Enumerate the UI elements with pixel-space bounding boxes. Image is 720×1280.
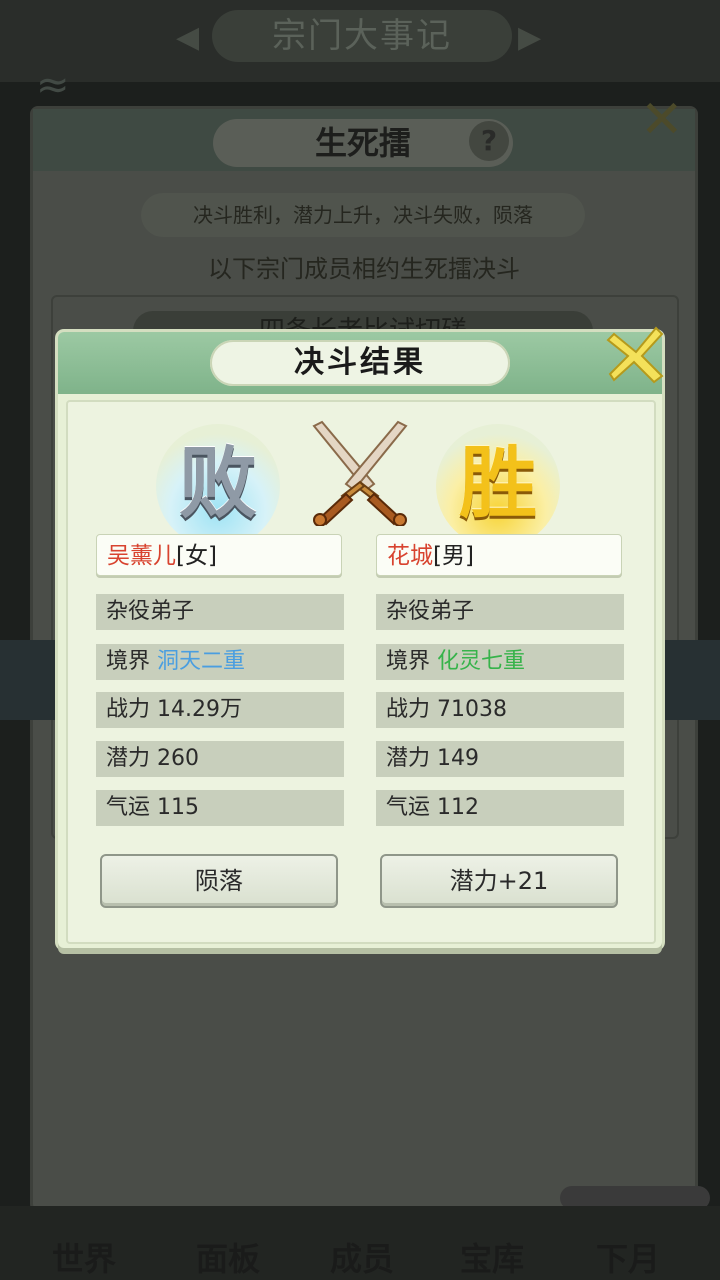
crossed-swords-icon: [312, 420, 408, 526]
dialog-header: 决斗结果: [58, 332, 662, 394]
loser-gender: [女]: [176, 543, 217, 569]
realm-label: 境界: [106, 649, 151, 674]
arena-rule-text: 决斗胜利，潜力上升，决斗失败，陨落: [141, 193, 585, 237]
loser-potential-value: 260: [157, 746, 200, 771]
nav-panel[interactable]: 面板: [196, 1234, 260, 1280]
potential-label: 潜力: [386, 746, 431, 771]
winner-realm-value: 化灵七重: [437, 649, 526, 674]
loser-luck-value: 115: [157, 795, 200, 820]
defeat-badge: 败: [156, 424, 280, 548]
loser-power-value: 14.29万: [157, 697, 242, 722]
winner-power-value: 71038: [437, 697, 508, 722]
winner-gender: [男]: [433, 543, 474, 569]
loser-realm: 境界 洞天二重: [96, 644, 344, 680]
loser-potential: 潜力 260: [96, 741, 344, 777]
top-title: 宗门大事记: [212, 10, 512, 62]
power-label: 战力: [106, 697, 151, 722]
bottom-nav: 世界 面板 成员 宝库 下月: [0, 1206, 720, 1280]
loser-rank: 杂役弟子: [96, 594, 344, 630]
loser-result-button[interactable]: 陨落: [100, 854, 338, 908]
nav-treasury[interactable]: 宝库: [460, 1234, 524, 1280]
loser-power: 战力 14.29万: [96, 692, 344, 728]
winner-power: 战力 71038: [376, 692, 624, 728]
right-arrow-icon: ▶: [518, 20, 542, 55]
arena-panel-title: 生死擂: [213, 119, 513, 167]
realm-label: 境界: [386, 649, 431, 674]
loser-realm-value: 洞天二重: [157, 649, 246, 674]
victory-label: 胜: [458, 438, 537, 529]
luck-label: 气运: [386, 795, 431, 820]
duel-result-dialog: 决斗结果 败 胜 吴薰儿[女] 杂役弟子 境界 洞天二重 战力 14.29万 潜…: [58, 326, 664, 948]
nav-world[interactable]: 世界: [52, 1234, 116, 1280]
dialog-title: 决斗结果: [210, 340, 510, 386]
winner-result-button[interactable]: 潜力+21: [380, 854, 618, 908]
arena-panel-header: 生死擂 ?: [33, 109, 695, 171]
left-arrow-icon: ◀: [176, 20, 200, 55]
help-icon[interactable]: ?: [469, 121, 509, 161]
winner-name: 花城: [387, 543, 433, 569]
defeat-label: 败: [178, 438, 257, 529]
close-x-icon[interactable]: [606, 324, 668, 386]
arena-description: 以下宗门成员相约生死擂决斗: [208, 255, 520, 283]
winner-potential: 潜力 149: [376, 741, 624, 777]
loser-luck: 气运 115: [96, 790, 344, 826]
nav-next-month[interactable]: 下月: [596, 1234, 660, 1280]
power-label: 战力: [386, 697, 431, 722]
winner-luck-value: 112: [437, 795, 480, 820]
background-close-icon[interactable]: ✕: [640, 90, 700, 150]
loser-name-box: 吴薰儿[女]: [96, 534, 342, 576]
potential-label: 潜力: [106, 746, 151, 771]
nav-members[interactable]: 成员: [330, 1234, 394, 1280]
winner-name-box: 花城[男]: [376, 534, 622, 576]
winner-rank: 杂役弟子: [376, 594, 624, 630]
winner-luck: 气运 112: [376, 790, 624, 826]
luck-label: 气运: [106, 795, 151, 820]
winner-potential-value: 149: [437, 746, 480, 771]
winner-realm: 境界 化灵七重: [376, 644, 624, 680]
loser-name: 吴薰儿: [107, 543, 176, 569]
victory-badge: 胜: [436, 424, 560, 548]
